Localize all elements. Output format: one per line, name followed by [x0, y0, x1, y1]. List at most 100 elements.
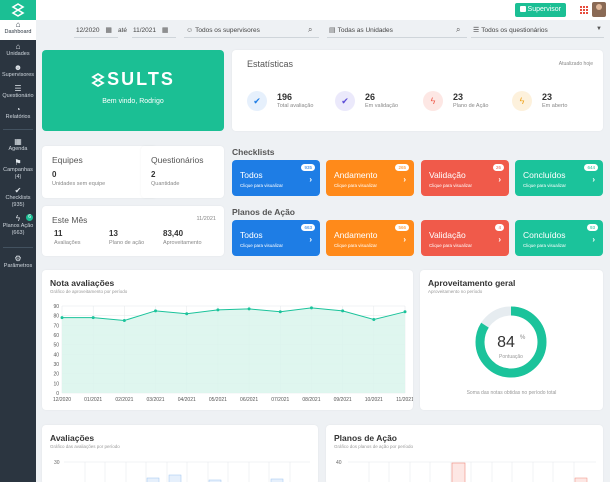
sidebar-item-dashboard[interactable]: ⌂ Dashboard: [0, 20, 36, 40]
data-point[interactable]: [91, 316, 95, 320]
sults-logo[interactable]: [0, 0, 36, 20]
planos-title: Planos de Ação: [232, 207, 295, 217]
stat-label: Plano de Ação: [453, 103, 489, 109]
sidebar-item-checklists[interactable]: ✔ Checklists (935): [0, 186, 36, 208]
calendar-icon: ▦: [161, 27, 169, 34]
checklists-validacao-tile[interactable]: Validação Clique para visualizar 26 ›: [421, 160, 509, 196]
donut-unit: %: [520, 335, 526, 341]
users-icon: ☻: [13, 63, 23, 72]
list-icon: ☰: [473, 27, 480, 34]
sidebar-item-agenda[interactable]: ▦ Agenda: [0, 137, 36, 153]
plano-acao-label: Plano de ação: [109, 240, 145, 246]
gears-icon: ⚙: [14, 254, 22, 263]
aproveitamento-caption: Soma das notas obtidas no período total: [466, 390, 557, 396]
y-tick-label: 10: [53, 381, 59, 387]
tile-sub: Clique para visualizar: [334, 243, 378, 248]
data-point[interactable]: [403, 310, 407, 314]
chevron-right-icon: ›: [309, 235, 312, 244]
sidebar-item-planos-acao[interactable]: ϟ 6 Planos Ação (663): [0, 214, 36, 236]
stat-label: Em aberto: [542, 103, 568, 109]
sidebar-item-label: Unidades: [6, 51, 30, 57]
y-tick-label: 20: [53, 372, 59, 378]
questionarios-card[interactable]: Questionários 2 Quantidade: [141, 146, 224, 198]
date-from-value: 12/2020: [76, 27, 100, 34]
units-filter[interactable]: ▤ Todas as Unidades: [329, 26, 393, 36]
avatar[interactable]: [592, 2, 606, 17]
questionnaires-value: Todos os questionários: [481, 27, 548, 34]
sidebar-item-label: Relatórios: [5, 114, 31, 120]
tile-label: Validação: [429, 170, 466, 180]
supervisors-value: Todos os supervisores: [195, 27, 260, 34]
x-tick-label: 02/2021: [115, 397, 133, 403]
data-point[interactable]: [341, 309, 345, 313]
data-point[interactable]: [185, 312, 189, 316]
welcome-text: Bem vindo, Rodrigo: [102, 98, 164, 105]
donut-value: 84: [497, 334, 515, 351]
date-separator: até: [118, 27, 128, 34]
sults-logo-icon: [11, 3, 25, 17]
sidebar-item-label: Questionário: [2, 93, 34, 99]
data-point[interactable]: [154, 309, 158, 313]
supervisor-button[interactable]: Supervisor: [514, 3, 566, 17]
sidebar-item-label: Planos Ação: [2, 223, 34, 229]
data-point[interactable]: [372, 318, 376, 322]
chevron-right-icon: ›: [498, 175, 501, 184]
list-icon: ☰: [14, 84, 22, 93]
supervisors-filter[interactable]: ☺ Todos os supervisores: [186, 26, 260, 36]
x-tick-label: 01/2021: [84, 397, 102, 403]
equipes-sub: Unidades sem equipe: [52, 181, 106, 187]
data-point[interactable]: [309, 306, 313, 310]
planos-todos-tile[interactable]: Todos Clique para visualizar 663 ›: [232, 220, 320, 256]
sidebar-item-questionario[interactable]: ☰ Questionário: [0, 84, 36, 100]
tile-count: 26: [492, 164, 504, 171]
checklists-andamento-tile[interactable]: Andamento Clique para visualizar 265 ›: [326, 160, 414, 196]
search-icon[interactable]: ⌕: [456, 25, 460, 35]
tile-count: 935: [301, 164, 315, 171]
sidebar-item-campanhas[interactable]: ⚑ Campanhas (4): [0, 158, 36, 180]
checklists-title: Checklists: [232, 147, 275, 157]
checklists-todos-tile[interactable]: Todos Clique para visualizar 935 ›: [232, 160, 320, 196]
date-from-field[interactable]: 12/2020 ▦: [76, 26, 114, 36]
search-icon[interactable]: ⌕: [308, 25, 312, 35]
sidebar-item-count: (663): [11, 229, 25, 236]
chevron-right-icon: ›: [592, 175, 595, 184]
sidebar-item-parametros[interactable]: ⚙ Parâmetros: [0, 254, 36, 270]
planos-validacao-tile[interactable]: Validação Clique para visualizar 4 ›: [421, 220, 509, 256]
chevron-down-icon[interactable]: ▼: [596, 26, 602, 32]
x-tick-label: 10/2021: [365, 397, 383, 403]
data-point[interactable]: [122, 319, 126, 322]
questionnaires-filter[interactable]: ☰ Todos os questionários: [473, 26, 548, 36]
sidebar-item-relatorios[interactable]: ◔ Relatórios: [0, 105, 36, 121]
apps-grid-icon[interactable]: [579, 5, 588, 14]
data-point[interactable]: [278, 310, 282, 314]
equipes-value: 0: [52, 170, 57, 179]
planos-concluidos-tile[interactable]: Concluídos Clique para visualizar 93 ›: [515, 220, 603, 256]
nota-avaliacoes-card: Nota avaliações Gráfico de aproveitament…: [42, 270, 413, 410]
sidebar-item-unidades[interactable]: ⌂ Unidades: [0, 42, 36, 58]
sidebar-item-supervisores[interactable]: ☻ Supervisores: [0, 63, 36, 79]
data-point[interactable]: [247, 307, 251, 311]
bar: [146, 477, 160, 482]
date-to-field[interactable]: 11/2021 ▦: [133, 26, 170, 36]
stat-label: Total avaliação: [277, 103, 314, 109]
home-icon: ⌂: [15, 42, 21, 51]
svg-text:30: 30: [54, 460, 60, 466]
sidebar-divider: [3, 247, 33, 248]
sidebar-item-label: Agenda: [8, 146, 28, 152]
checklists-concluidos-tile[interactable]: Concluídos Clique para visualizar 644 ›: [515, 160, 603, 196]
aproveitamento-donut: 84 % Pontuação: [475, 306, 547, 378]
check-icon: ✔: [14, 186, 22, 195]
date-from-underline: [74, 37, 118, 38]
avaliacoes-label: Avaliações: [54, 240, 81, 246]
equipes-card[interactable]: Equipes 0 Unidades sem equipe: [42, 146, 157, 198]
data-point[interactable]: [216, 308, 220, 312]
supervisor-label: Supervisor: [527, 6, 561, 13]
tile-sub: Clique para visualizar: [523, 183, 567, 188]
data-point[interactable]: [60, 316, 64, 320]
este-mes-title: Este Mês: [52, 215, 88, 225]
units-value: Todas as Unidades: [337, 27, 393, 34]
tile-label: Concluídos: [523, 230, 566, 240]
avaliacoes-value: 11: [54, 229, 63, 238]
chevron-right-icon: ›: [309, 175, 312, 184]
planos-andamento-tile[interactable]: Andamento Clique para visualizar 566 ›: [326, 220, 414, 256]
